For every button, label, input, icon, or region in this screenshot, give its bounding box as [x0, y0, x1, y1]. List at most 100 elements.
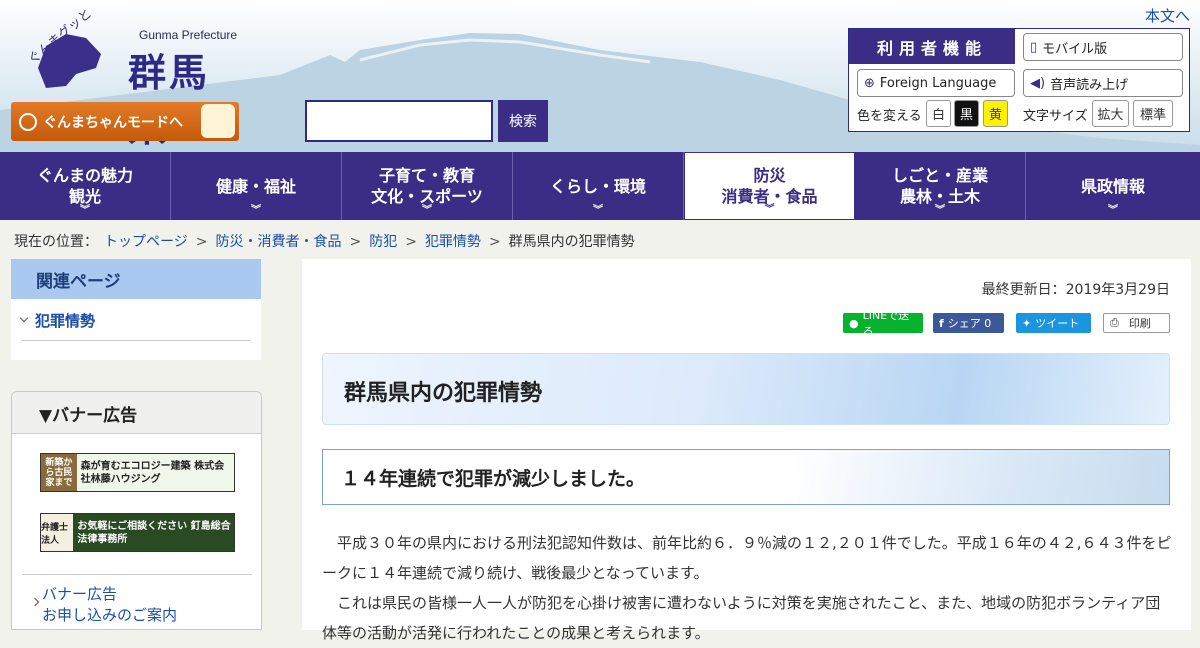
print-label: 印刷	[1128, 317, 1151, 330]
gunma-chan-mode-label: ぐんまちゃんモードへ	[43, 114, 183, 131]
foreign-language-label: Foreign Language	[879, 75, 997, 91]
nav-item-disaster[interactable]: 防災 消費者・食品 ︾	[684, 152, 855, 220]
facebook-share-button[interactable]: f シェア 0	[933, 313, 1004, 333]
line-share-label: LINEで送る	[862, 309, 910, 338]
section-heading: １４年連続で犯罪が減少しました。	[341, 468, 646, 490]
nav-label: 防災	[753, 166, 786, 185]
banner-link-line: お申し込みのご案内	[42, 606, 178, 624]
breadcrumb-link[interactable]: 防犯	[369, 234, 397, 250]
chevron-down-icon: ︾	[593, 205, 603, 216]
page-title-box: 群馬県内の犯罪情勢	[322, 353, 1170, 425]
paragraph: 平成３０年の県内における刑法犯認知件数は、前年比約６．９％減の１２,２０１件でし…	[322, 534, 1172, 582]
nav-label: ぐんまの魅力	[36, 166, 133, 185]
nav-label: 健康・福祉	[215, 176, 296, 196]
search-button[interactable]: 検索	[498, 100, 548, 142]
nav-label: しごと・産業	[891, 166, 988, 185]
divider	[22, 574, 252, 575]
foreign-language-button[interactable]: ⊕ Foreign Language	[857, 69, 1015, 97]
chevron-down-icon: ︾	[251, 205, 261, 216]
breadcrumb: 現在の位置： トップページ > 防災・消費者・食品 > 防犯 > 犯罪情勢 > 群馬県内の犯罪情勢	[14, 231, 641, 251]
twitter-share-label: ツイート	[1035, 317, 1080, 330]
logo-english: Gunma Prefecture	[139, 28, 238, 42]
banner-image: 弁護士法人	[41, 514, 74, 551]
chevron-down-icon: ︾	[80, 205, 90, 216]
twitter-icon: ✦	[1022, 316, 1032, 330]
color-white-button[interactable]: 白	[926, 100, 951, 127]
breadcrumb-link[interactable]: 防災・消費者・食品	[215, 234, 341, 250]
paragraph: これは県民の皆様一人一人が防犯を心掛け被害に遭わないように対策を実施されたこと、…	[322, 594, 1161, 642]
site-header: 本文へ ぐんまグッと Gunma Prefecture 群馬県 ぐんまちゃんモー…	[0, 0, 1200, 152]
refresh-icon	[19, 112, 37, 131]
breadcrumb-link[interactable]: トップページ	[104, 234, 188, 250]
mobile-icon: ▯	[1030, 39, 1038, 55]
line-icon: ●	[849, 316, 859, 330]
banner-text: 森が育むエコロジー建築 株式会社林藤ハウジング	[80, 460, 225, 485]
site-logo[interactable]: ぐんまグッと Gunma Prefecture 群馬県	[16, 6, 246, 150]
utility-panel: 利用者機能 ▯ モバイル版 ⊕ Foreign Language ◀) 音声読み…	[848, 28, 1190, 132]
printer-icon: ⎙	[1110, 316, 1119, 329]
globe-icon: ⊕	[864, 75, 875, 91]
speaker-icon: ◀)	[1030, 75, 1046, 91]
subtitle-box: １４年連続で犯罪が減少しました。	[322, 449, 1170, 505]
voice-reading-button[interactable]: ◀) 音声読み上げ	[1023, 69, 1183, 97]
nav-item-health[interactable]: 健康・福祉 ︾	[171, 152, 342, 220]
page-title: 群馬県内の犯罪情勢	[344, 381, 543, 406]
mobile-version-label: モバイル版	[1042, 41, 1108, 57]
twitter-share-button[interactable]: ✦ ツイート	[1016, 313, 1091, 333]
banner-text: お気軽にご相談ください 釘島総合法律事務所	[77, 520, 231, 545]
nav-label: 観光	[68, 187, 101, 206]
search-input[interactable]	[305, 100, 493, 142]
color-label: 色を変える	[857, 109, 922, 124]
nav-label: 農林・土木	[899, 187, 980, 206]
mascot-icon	[201, 104, 235, 138]
divider	[21, 340, 251, 341]
global-nav: ぐんまの魅力 観光 ︾ 健康・福祉 ︾ 子育て・教育 文化・スポーツ ︾ くらし…	[0, 152, 1200, 220]
related-link[interactable]: 犯罪情勢	[35, 310, 95, 331]
nav-label: 文化・スポーツ	[371, 187, 483, 206]
color-black-button[interactable]: 黒	[954, 100, 979, 127]
related-pages-title: 関連ページ	[11, 259, 261, 299]
nav-item-living[interactable]: くらし・環境 ︾	[513, 152, 684, 220]
banner-ad-housing[interactable]: 新築から古民家まで 森が育むエコロジー建築 株式会社林藤ハウジング	[40, 453, 235, 492]
nav-item-attractions[interactable]: ぐんまの魅力 観光 ︾	[0, 152, 171, 220]
color-yellow-button[interactable]: 黄	[983, 100, 1008, 127]
facebook-share-label: シェア 0	[947, 317, 992, 330]
utility-title: 利用者機能	[849, 29, 1015, 64]
breadcrumb-separator: >	[405, 234, 417, 250]
breadcrumb-current: 群馬県内の犯罪情勢	[508, 234, 635, 250]
banner-ad-law-office[interactable]: 弁護士法人 お気軽にご相談ください 釘島総合法律事務所	[40, 513, 235, 552]
chevron-down-icon: ︾	[1108, 205, 1118, 216]
breadcrumb-prefix: 現在の位置：	[14, 234, 98, 250]
line-share-button[interactable]: ● LINEで送る	[843, 309, 923, 338]
breadcrumb-link[interactable]: 犯罪情勢	[425, 234, 481, 250]
gunma-chan-mode-button[interactable]: ぐんまちゃんモードへ	[11, 102, 239, 141]
main-content: 最終更新日：2019年3月29日 ● LINEで送る f シェア 0 ✦ ツイート ⎙…	[302, 259, 1191, 642]
font-size-label: 文字サイズ	[1023, 109, 1088, 124]
nav-item-education[interactable]: 子育て・教育 文化・スポーツ ︾	[342, 152, 513, 220]
mobile-version-button[interactable]: ▯ モバイル版	[1023, 33, 1183, 61]
voice-reading-label: 音声読み上げ	[1050, 77, 1129, 93]
chevron-down-icon: ︾	[422, 205, 432, 216]
related-pages-box: 関連ページ 犯罪情勢	[11, 259, 261, 360]
breadcrumb-separator: >	[349, 234, 362, 250]
banner-ads-box: ▼バナー広告 新築から古民家まで 森が育むエコロジー建築 株式会社林藤ハウジング…	[11, 391, 262, 630]
chevron-down-icon: ︾	[935, 205, 945, 216]
breadcrumb-separator: >	[195, 234, 208, 250]
last-updated: 最終更新日：2019年3月29日	[981, 282, 1170, 298]
chevron-down-icon: ︾	[764, 204, 775, 215]
banner-link-line: バナー広告	[42, 585, 118, 603]
nav-label: 子育て・教育	[378, 166, 475, 185]
nav-label: くらし・環境	[549, 176, 646, 196]
breadcrumb-separator: >	[488, 234, 501, 250]
nav-item-industry[interactable]: しごと・産業 農林・土木 ︾	[855, 152, 1026, 220]
skip-to-content-link[interactable]: 本文へ	[1145, 5, 1190, 26]
print-button[interactable]: ⎙ 印刷	[1103, 313, 1170, 333]
facebook-icon: f	[939, 316, 944, 330]
nav-label: 県政情報	[1080, 176, 1145, 196]
nav-item-government[interactable]: 県政情報 ︾	[1026, 152, 1200, 220]
article-body: 平成３０年の県内における刑法犯認知件数は、前年比約６．９％減の１２,２０１件でし…	[322, 528, 1172, 648]
banner-ads-title: ▼バナー広告	[12, 392, 261, 434]
font-size-large-button[interactable]: 拡大	[1092, 100, 1129, 127]
font-size-normal-button[interactable]: 標準	[1133, 100, 1173, 127]
banner-application-link[interactable]: バナー広告 お申し込みのご案内	[42, 584, 177, 626]
